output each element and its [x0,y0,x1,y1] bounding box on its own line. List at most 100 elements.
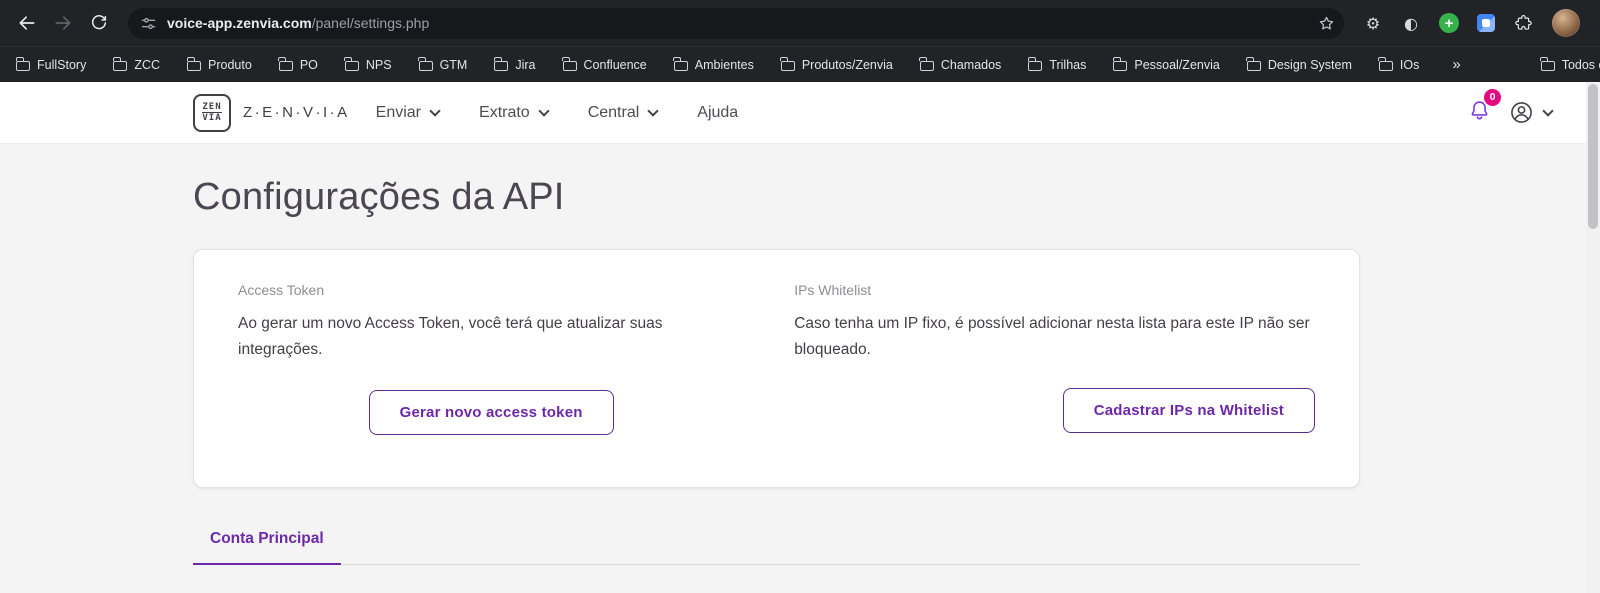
folder-icon [1540,57,1555,71]
bookmark-folder[interactable]: Trilhas [1027,57,1087,72]
folder-icon [780,57,795,71]
app-header: ZEN VIA Z·E·N·V·I·A Enviar Extrato Centr… [0,82,1600,144]
notifications-button[interactable]: 0 [1466,88,1501,129]
puzzle-icon [1514,14,1532,30]
bookmark-label: Pessoal/Zenvia [1134,57,1220,72]
all-bookmarks-button[interactable]: Todos os favoritos [1540,57,1600,72]
bookmark-folder[interactable]: Jira [493,57,536,72]
page-viewport: ZEN VIA Z·E·N·V·I·A Enviar Extrato Centr… [0,82,1600,593]
scrollbar-thumb[interactable] [1588,84,1598,229]
notification-badge: 0 [1484,88,1501,106]
nav-item-central[interactable]: Central [588,104,659,122]
folder-icon [186,57,202,71]
reload-button[interactable] [82,6,116,40]
bookmark-folder[interactable]: Design System [1246,57,1352,72]
bookmark-label: Design System [1267,57,1352,72]
bookmark-folder[interactable]: ZCC [112,57,161,72]
nav-item-extrato[interactable]: Extrato [479,104,550,122]
folder-icon [278,57,293,71]
folder-icon [15,57,30,71]
forward-button[interactable] [46,6,80,40]
bookmark-folder[interactable]: NPS [344,57,392,72]
chevron-down-icon [647,104,659,117]
bookmark-label: Chamados [940,57,1002,72]
site-settings-icon[interactable] [140,15,157,32]
bookmark-folder[interactable]: IOs [1378,57,1420,72]
bookmark-label: IOs [1399,57,1420,72]
bookmark-folder[interactable]: Ambientes [673,57,754,72]
access-token-section: Access Token Ao gerar um novo Access Tok… [238,282,744,435]
main-content: Configurações da API Access Token Ao ger… [0,144,1600,565]
extension-icon[interactable] [1477,14,1495,32]
ips-whitelist-section: IPs Whitelist Caso tenha um IP fixo, é p… [794,282,1315,435]
bookmark-folder[interactable]: FullStory [15,57,87,72]
chevron-down-icon [429,104,441,117]
bookmark-folder[interactable]: Chamados [919,57,1002,72]
back-arrow-icon [19,16,35,30]
nav-item-enviar[interactable]: Enviar [376,104,441,122]
folder-icon [1112,57,1128,71]
bookmark-label: Jira [515,57,536,72]
zenvia-logo[interactable]: ZEN VIA [193,93,231,132]
folder-icon [344,57,359,71]
generate-access-token-button[interactable]: Gerar novo access token [368,389,614,435]
bookmark-label: ZCC [134,57,161,72]
folder-icon [418,57,433,71]
main-nav: Enviar Extrato Central Ajuda [376,104,739,122]
bookmark-folder[interactable]: Produto [186,57,252,72]
bookmark-label: Produto [208,57,252,72]
url-text: voice-app.zenvia.com/panel/settings.php [167,15,1307,31]
chevron-down-icon [1542,104,1554,117]
add-circle-icon[interactable]: + [1439,13,1459,33]
account-tabs: Conta Principal [193,530,1360,565]
reload-icon [91,15,107,30]
bookmark-folder[interactable]: Confluence [562,57,647,72]
all-bookmarks-label: Todos os favoritos [1561,57,1600,72]
register-ips-whitelist-button[interactable]: Cadastrar IPs na Whitelist [1062,387,1315,433]
theme-toggle-icon[interactable]: ◐ [1394,6,1428,40]
back-button[interactable] [10,6,44,40]
bookmark-label: NPS [365,57,392,72]
bookmark-label: Trilhas [1049,57,1087,72]
access-token-description: Ao gerar um novo Access Token, você terá… [238,315,663,359]
brand-wordmark[interactable]: Z·E·N·V·I·A [243,104,350,121]
folder-icon [562,57,577,71]
user-circle-icon [1511,102,1532,123]
url-path: /panel/settings.php [311,15,430,31]
page-title: Configurações da API [193,176,565,218]
browser-toolbar: voice-app.zenvia.com/panel/settings.php … [0,0,1600,46]
nav-item-ajuda[interactable]: Ajuda [697,104,738,122]
bookmark-label: Ambientes [694,57,754,72]
account-menu[interactable] [1509,100,1554,125]
bookmarks-bar: FullStory ZCC Produto PO NPS GTM Jira Co… [0,46,1600,82]
settings-gear-icon[interactable]: ⚙ [1356,6,1390,40]
folder-icon [1027,57,1043,71]
url-host: voice-app.zenvia.com [167,15,312,31]
bookmark-folder[interactable]: GTM [418,57,467,72]
folder-icon [673,57,688,71]
bookmark-folder[interactable]: Pessoal/Zenvia [1112,57,1220,72]
access-token-label: Access Token [238,282,325,298]
ips-whitelist-label: IPs Whitelist [794,282,872,298]
bookmark-label: Confluence [583,57,647,72]
profile-avatar[interactable] [1552,9,1580,37]
chevron-down-icon [538,104,550,117]
page-scrollbar[interactable] [1586,82,1600,593]
bookmark-label: Produtos/Zenvia [801,57,893,72]
forward-arrow-icon [55,16,71,30]
folder-icon [493,57,509,71]
bookmark-folder[interactable]: PO [278,57,318,72]
bookmark-folder[interactable]: Produtos/Zenvia [780,57,893,72]
header-right: 0 [1466,88,1554,129]
bookmark-label: FullStory [37,57,87,72]
address-bar[interactable]: voice-app.zenvia.com/panel/settings.php [128,7,1344,39]
toolbar-right-icons: ⚙ ◐ + [1356,6,1590,40]
tab-conta-principal[interactable]: Conta Principal [193,530,341,565]
folder-icon [919,57,934,71]
folder-icon [1246,57,1261,71]
bookmarks-overflow-chevron[interactable]: » [1446,56,1466,73]
bookmark-star-icon[interactable] [1317,14,1336,33]
bookmark-label: PO [299,57,318,72]
ips-whitelist-description: Caso tenha um IP fixo, é possível adicio… [794,315,1310,359]
extensions-puzzle-icon[interactable] [1506,6,1540,40]
